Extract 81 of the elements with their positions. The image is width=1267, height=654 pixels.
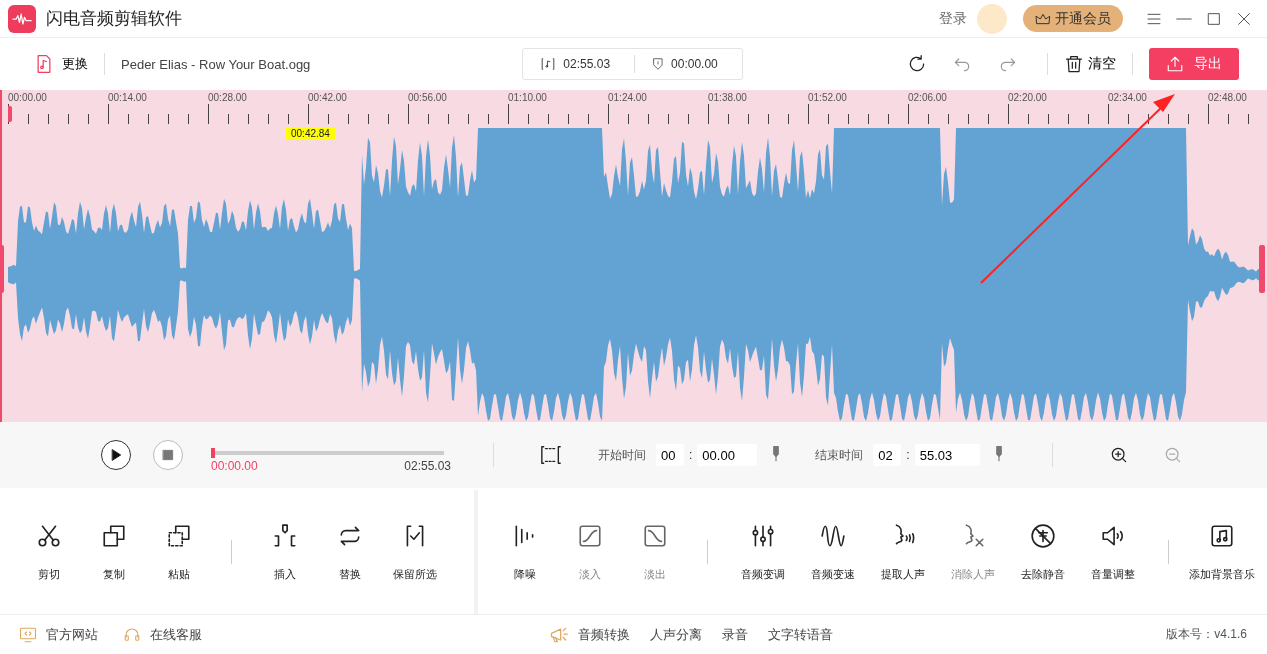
no-silence-icon <box>1030 522 1056 549</box>
tick-label: 00:00.00 <box>8 92 47 103</box>
pin-icon <box>993 444 1004 463</box>
tool-button[interactable]: 提取人声 <box>868 522 938 582</box>
duration-text: 02:55.03 <box>563 57 611 71</box>
refresh-icon <box>907 54 927 74</box>
tick-label: 00:56.00 <box>408 92 447 103</box>
trash-icon <box>1064 54 1084 74</box>
play-icon <box>109 448 123 462</box>
upload-icon <box>1166 55 1184 73</box>
trim-handle[interactable] <box>1259 245 1265 293</box>
headset-icon <box>122 625 142 644</box>
monitor-icon <box>18 625 38 644</box>
position-text: 00:00.00 <box>671 57 718 71</box>
paste-icon <box>165 522 192 549</box>
footer-link[interactable]: 音频转换 <box>548 624 630 645</box>
tool-button[interactable]: 添加背景音乐 <box>1189 522 1255 582</box>
copy-icon <box>100 522 127 549</box>
tool-button[interactable]: 音频变调 <box>728 522 798 582</box>
tool-button[interactable]: 粘贴 <box>146 522 211 582</box>
stop-icon <box>161 448 175 462</box>
progress-track[interactable] <box>211 451 444 455</box>
footer-link[interactable]: 官方网站 <box>18 625 98 644</box>
maximize-icon <box>1206 10 1222 27</box>
scissors-icon <box>35 522 62 549</box>
footer-link[interactable]: 文字转语音 <box>768 625 833 644</box>
tool-button[interactable]: 音频变速 <box>798 522 868 582</box>
end-minutes-field[interactable]: 02 <box>873 444 902 466</box>
tick-label: 00:42.00 <box>308 92 347 103</box>
pin-icon <box>771 444 782 463</box>
end-seconds-field[interactable]: 55.03 <box>914 444 980 466</box>
tool-button[interactable]: 保留所选 <box>382 522 447 582</box>
fade-in-icon <box>576 522 603 549</box>
total-time: 02:55.03 <box>404 459 451 473</box>
tick-label: 01:10.00 <box>508 92 547 103</box>
tool-button[interactable]: 替换 <box>317 522 382 582</box>
tool-button[interactable]: 剪切 <box>16 522 81 582</box>
music-note-icon <box>1209 522 1235 549</box>
selection-icon <box>538 444 564 466</box>
fade-out-icon <box>641 522 668 549</box>
start-time-label: 开始时间 <box>598 446 646 464</box>
replace-button[interactable]: 更换 <box>34 53 88 75</box>
tool-button[interactable]: 插入 <box>252 522 317 582</box>
playhead-handle[interactable] <box>8 106 12 122</box>
pin-icon <box>651 57 666 71</box>
version-text: 版本号：v4.1.6 <box>1166 626 1247 643</box>
export-button[interactable]: 导出 <box>1149 48 1239 80</box>
start-minutes-field[interactable]: 00 <box>656 444 684 466</box>
start-seconds-field[interactable]: 00.00 <box>697 444 758 466</box>
tick-label: 01:52.00 <box>808 92 847 103</box>
waveform-logo-icon <box>12 11 32 26</box>
tick-label: 02:06.00 <box>908 92 947 103</box>
time-separator: : <box>906 448 910 462</box>
clear-button[interactable]: 清空 <box>1064 54 1116 74</box>
login-link[interactable]: 登录 <box>939 9 967 28</box>
tick-label: 02:20.00 <box>1008 92 1047 103</box>
play-button[interactable] <box>101 440 131 470</box>
tool-button[interactable]: 去除静音 <box>1008 522 1078 582</box>
tool-button[interactable]: 复制 <box>81 522 146 582</box>
tick-label: 00:28.00 <box>208 92 247 103</box>
footer-link[interactable]: 在线客服 <box>122 625 202 644</box>
tool-button[interactable]: 降噪 <box>492 522 557 582</box>
time-separator: : <box>689 448 693 462</box>
close-icon <box>1236 10 1252 27</box>
tick-label: 01:38.00 <box>708 92 747 103</box>
tick-label: 02:34.00 <box>1108 92 1147 103</box>
vip-button[interactable]: 开通会员 <box>1023 5 1123 32</box>
cursor-time-label: 00:42.84 <box>286 127 335 140</box>
minimize-icon <box>1176 17 1192 20</box>
tool-button[interactable]: 音量调整 <box>1078 522 1148 582</box>
tick-label: 01:24.00 <box>608 92 647 103</box>
file-name: Peder Elias - Row Your Boat.ogg <box>121 56 311 72</box>
tick-label: 02:48.00 <box>1208 92 1247 103</box>
footer-link[interactable]: 人声分离 <box>650 625 702 644</box>
progress-thumb[interactable] <box>211 448 215 458</box>
tick-label: 00:14.00 <box>108 92 147 103</box>
end-time-label: 结束时间 <box>815 446 864 464</box>
app-title: 闪电音频剪辑软件 <box>46 8 182 30</box>
sliders-icon <box>750 522 776 549</box>
footer-link[interactable]: 录音 <box>722 625 748 644</box>
current-time: 00:00.00 <box>211 459 258 473</box>
